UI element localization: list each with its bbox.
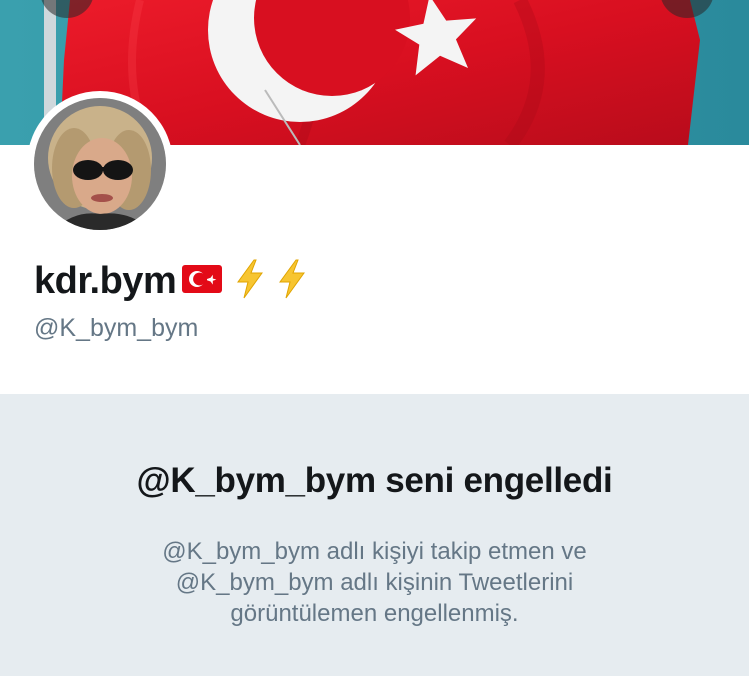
avatar[interactable] (34, 98, 166, 230)
display-name: kdr.bym (34, 259, 177, 302)
blocked-title: @K_bym_bym seni engelledi (136, 461, 613, 500)
lightning-icon (234, 259, 266, 304)
profile-photo (34, 98, 166, 230)
blocked-description: @K_bym_bym adlı kişiyi takip etmen ve @K… (162, 538, 587, 627)
profile-name-row: kdr.bym (34, 259, 318, 303)
lightning-icon (276, 259, 308, 304)
profile-handle: @K_bym_bym (34, 314, 199, 342)
blocked-notice-panel (0, 394, 749, 676)
turkey-flag-icon (182, 264, 223, 298)
